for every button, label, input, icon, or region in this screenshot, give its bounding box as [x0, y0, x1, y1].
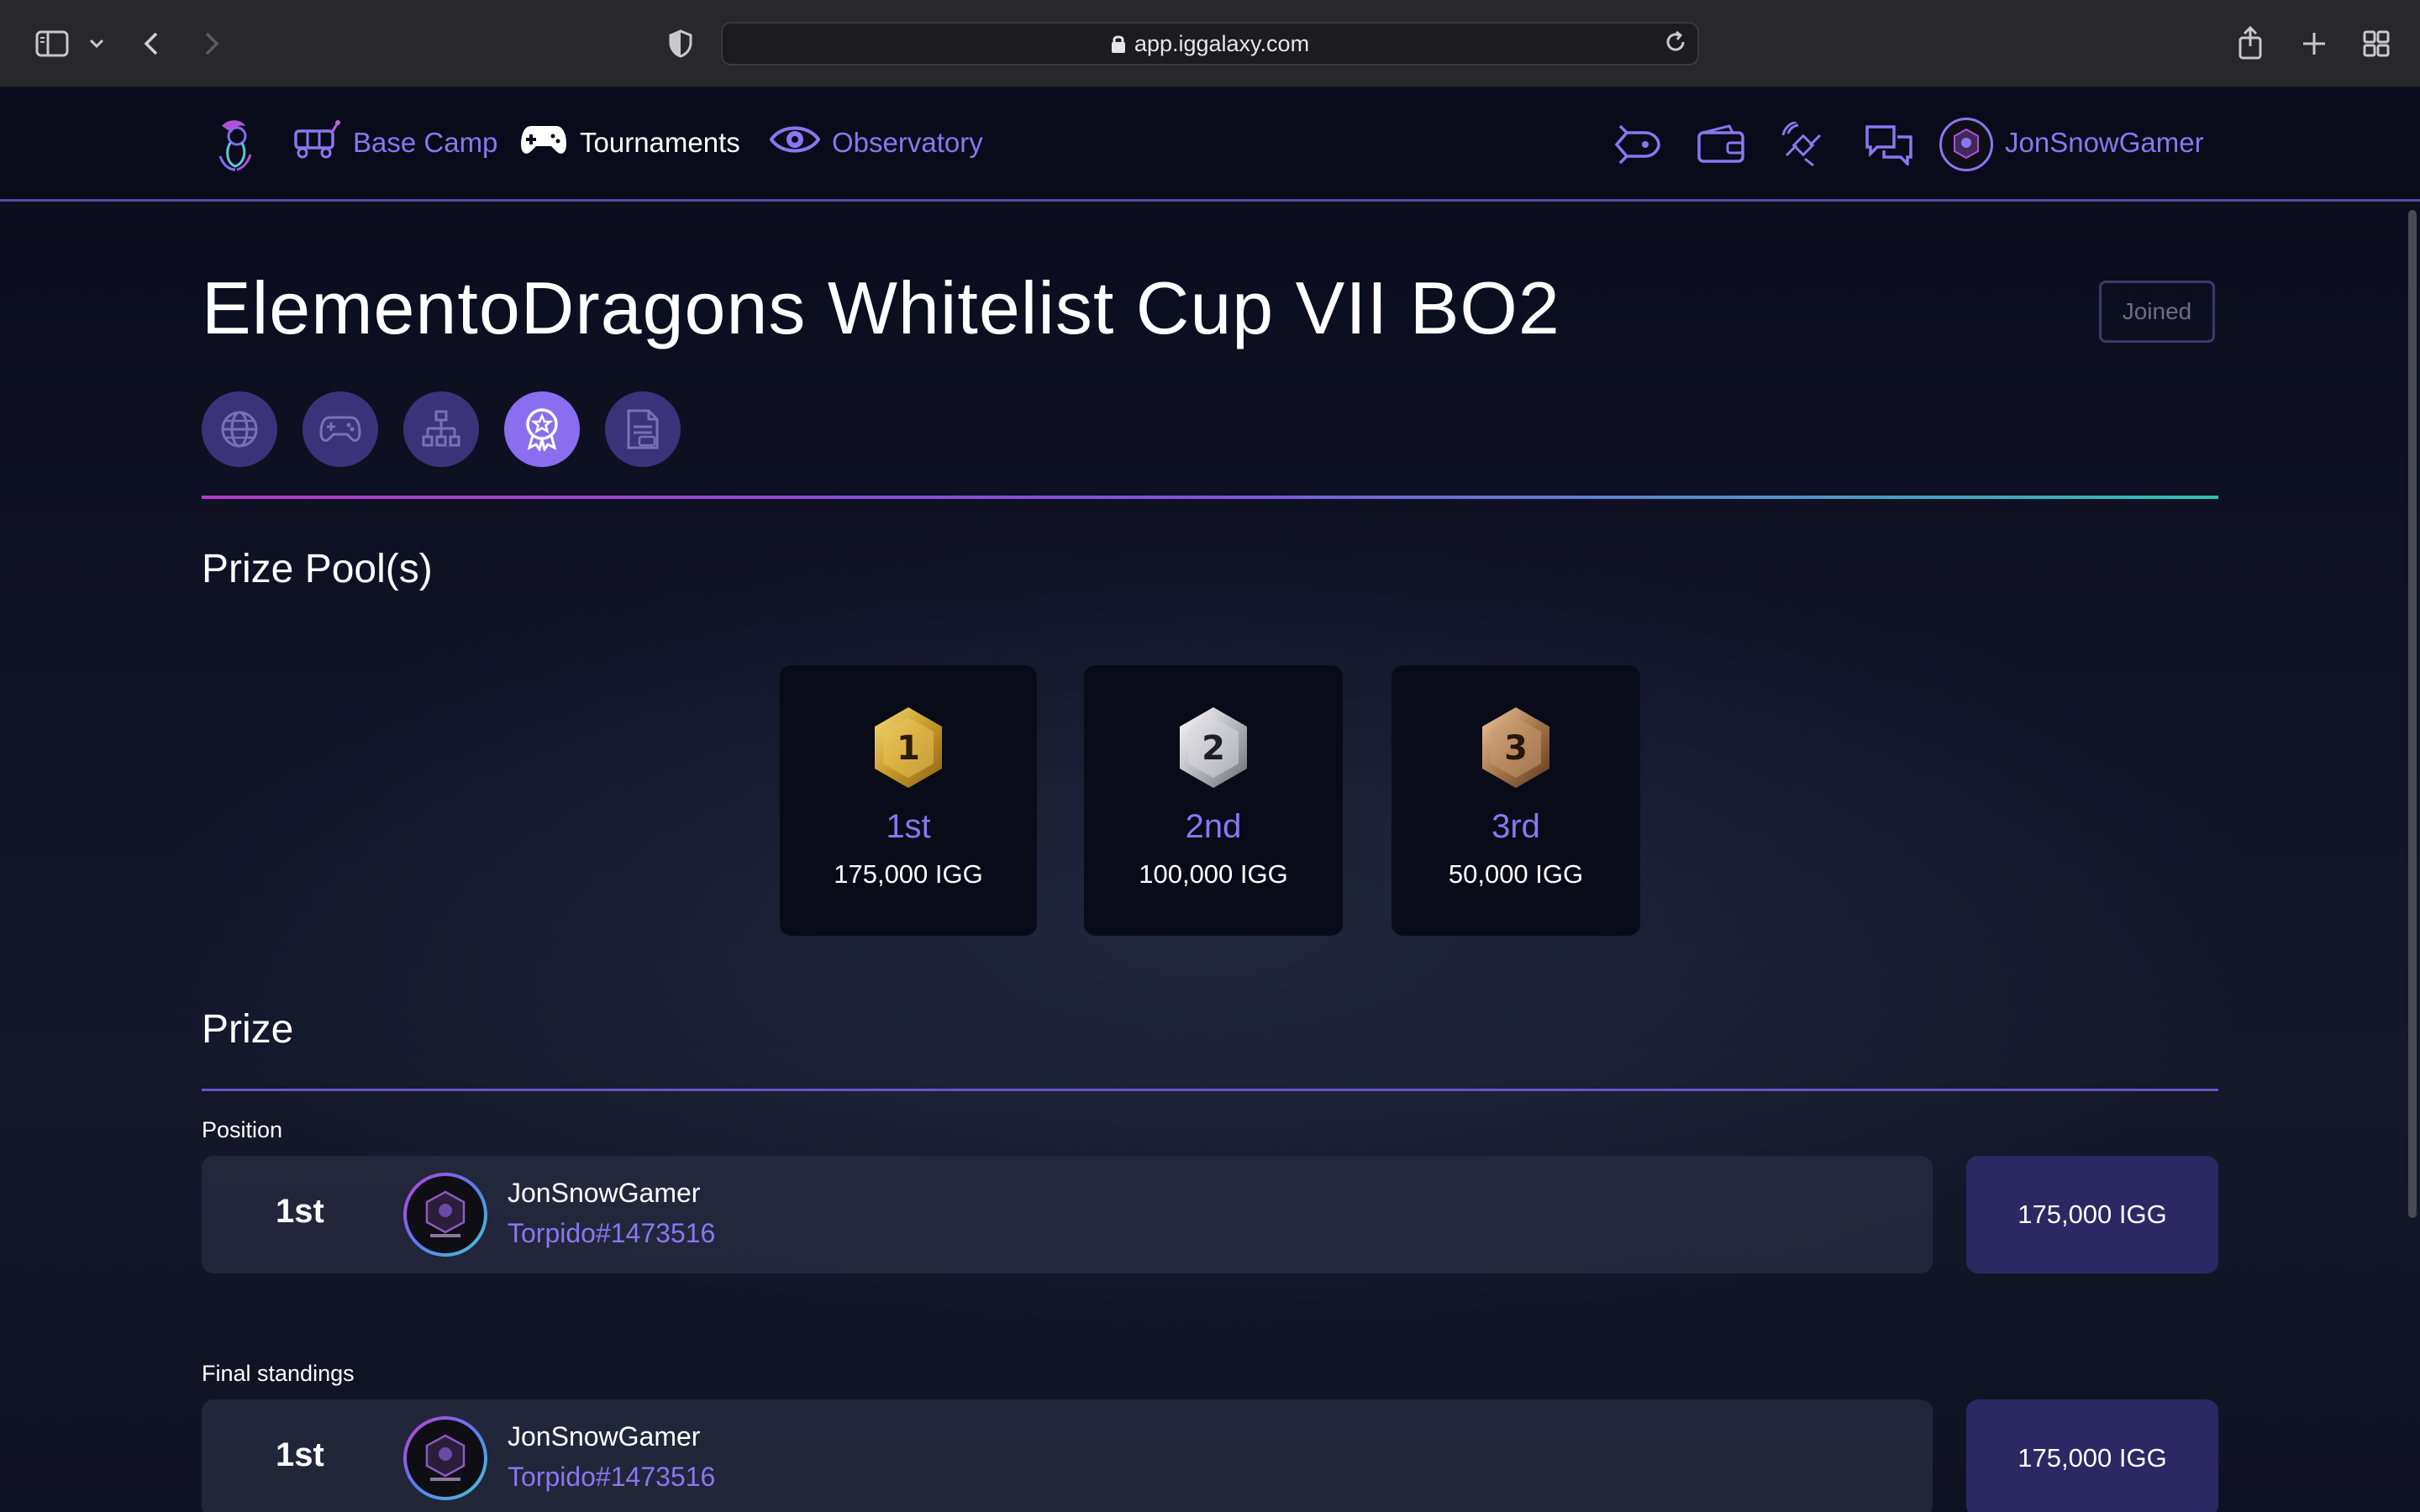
prize-card-2nd: 2 2nd 100,000 IGG [1084, 665, 1343, 936]
prize-amount: 175,000 IGG [834, 859, 983, 889]
share-icon[interactable] [2233, 22, 2267, 64]
player-avatar[interactable] [403, 1416, 487, 1500]
prize-pools-heading: Prize Pool(s) [202, 547, 433, 591]
joined-badge[interactable]: Joined [2099, 281, 2215, 343]
nav-base-camp[interactable]: Base Camp [292, 116, 497, 170]
globe-icon [221, 411, 258, 448]
row-place: 1st [276, 1193, 324, 1230]
player-tag[interactable]: Torpido#1473516 [508, 1218, 715, 1249]
prize-amount: 100,000 IGG [1139, 859, 1288, 889]
final-standings-row: 1st JonSnowGamer Torpido#1473516 [202, 1399, 1933, 1512]
scrollbar-thumb[interactable] [2408, 210, 2417, 1218]
user-name[interactable]: JonSnowGamer [2005, 116, 2204, 170]
player-name[interactable]: JonSnowGamer [508, 1178, 700, 1209]
prize-place: 2nd [1185, 808, 1242, 845]
row-place: 1st [276, 1436, 324, 1473]
gamepad-icon [319, 416, 361, 442]
user-avatar[interactable] [1939, 118, 1993, 171]
player-tag[interactable]: Torpido#1473516 [508, 1462, 715, 1493]
sidebar-toggle-icon[interactable] [32, 24, 72, 64]
bronze-medal-icon: 3 [1479, 706, 1553, 793]
privacy-shield-icon[interactable] [664, 25, 697, 62]
address-bar[interactable]: app.iggalaxy.com [721, 22, 1699, 66]
document-icon [627, 409, 659, 449]
nav-observatory[interactable]: Observatory [769, 116, 983, 170]
prize-place: 1st [886, 808, 931, 845]
position-row: 1st JonSnowGamer Torpido#1473516 [202, 1156, 1933, 1273]
prize-amount-box: 175,000 IGG [1966, 1399, 2218, 1512]
scrollbar[interactable] [2403, 205, 2420, 1512]
prize-place: 3rd [1491, 808, 1540, 845]
tab-overview[interactable] [202, 391, 277, 467]
tab-overview-icon[interactable] [2358, 25, 2395, 62]
nav-tournaments[interactable]: Tournaments [519, 116, 740, 170]
prize-card-1st: 1 1st 175,000 IGG [780, 665, 1037, 936]
medal-number: 3 [1504, 729, 1528, 768]
medal-number: 2 [1202, 729, 1225, 768]
page-title: ElementoDragons Whitelist Cup VII BO2 [202, 266, 1560, 349]
reload-icon[interactable] [1664, 30, 1687, 60]
chevron-down-icon[interactable] [84, 29, 109, 59]
player-avatar[interactable] [403, 1173, 487, 1257]
prize-amount: 50,000 IGG [1448, 859, 1584, 889]
prize-heading: Prize [202, 1007, 294, 1052]
satellite-icon[interactable] [1778, 119, 1832, 170]
url-text: app.iggalaxy.com [1134, 30, 1310, 56]
tab-bracket[interactable] [403, 391, 479, 467]
app-page: Base Camp Tournaments Observatory JonSno… [0, 87, 2420, 1512]
award-icon [526, 408, 558, 451]
browser-toolbar: app.iggalaxy.com [0, 0, 2420, 87]
chat-icon[interactable] [1862, 119, 1916, 170]
back-icon[interactable] [134, 25, 168, 62]
rocket-icon[interactable] [1610, 119, 1664, 170]
title-divider [202, 496, 2218, 499]
silver-medal-icon: 2 [1176, 706, 1250, 793]
nav-observatory-label: Observatory [832, 127, 983, 158]
gold-medal-icon: 1 [871, 706, 945, 793]
prize-divider [202, 1089, 2218, 1091]
eye-icon [769, 121, 821, 165]
tab-rules[interactable] [605, 391, 681, 467]
bracket-icon [422, 410, 460, 447]
app-navbar: Base Camp Tournaments Observatory JonSno… [0, 87, 2420, 202]
tab-prizes[interactable] [504, 391, 580, 467]
logo-icon[interactable] [205, 114, 266, 175]
gamepad-icon [519, 121, 568, 165]
lock-icon [1111, 35, 1125, 53]
player-name[interactable]: JonSnowGamer [508, 1421, 700, 1452]
wallet-icon[interactable] [1694, 119, 1748, 170]
rover-icon [292, 119, 341, 166]
nav-base-camp-label: Base Camp [353, 127, 498, 158]
forward-icon[interactable] [195, 25, 229, 62]
prize-card-3rd: 3 3rd 50,000 IGG [1392, 665, 1640, 936]
team-logo-icon [425, 1434, 466, 1481]
prize-amount-box: 175,000 IGG [1966, 1156, 2218, 1273]
position-label: Position [202, 1117, 283, 1142]
nav-tournaments-label: Tournaments [580, 127, 740, 158]
team-logo-icon [425, 1190, 466, 1237]
new-tab-icon[interactable] [2297, 25, 2331, 62]
final-standings-label: Final standings [202, 1361, 355, 1386]
tab-game[interactable] [302, 391, 378, 467]
medal-number: 1 [897, 729, 920, 768]
